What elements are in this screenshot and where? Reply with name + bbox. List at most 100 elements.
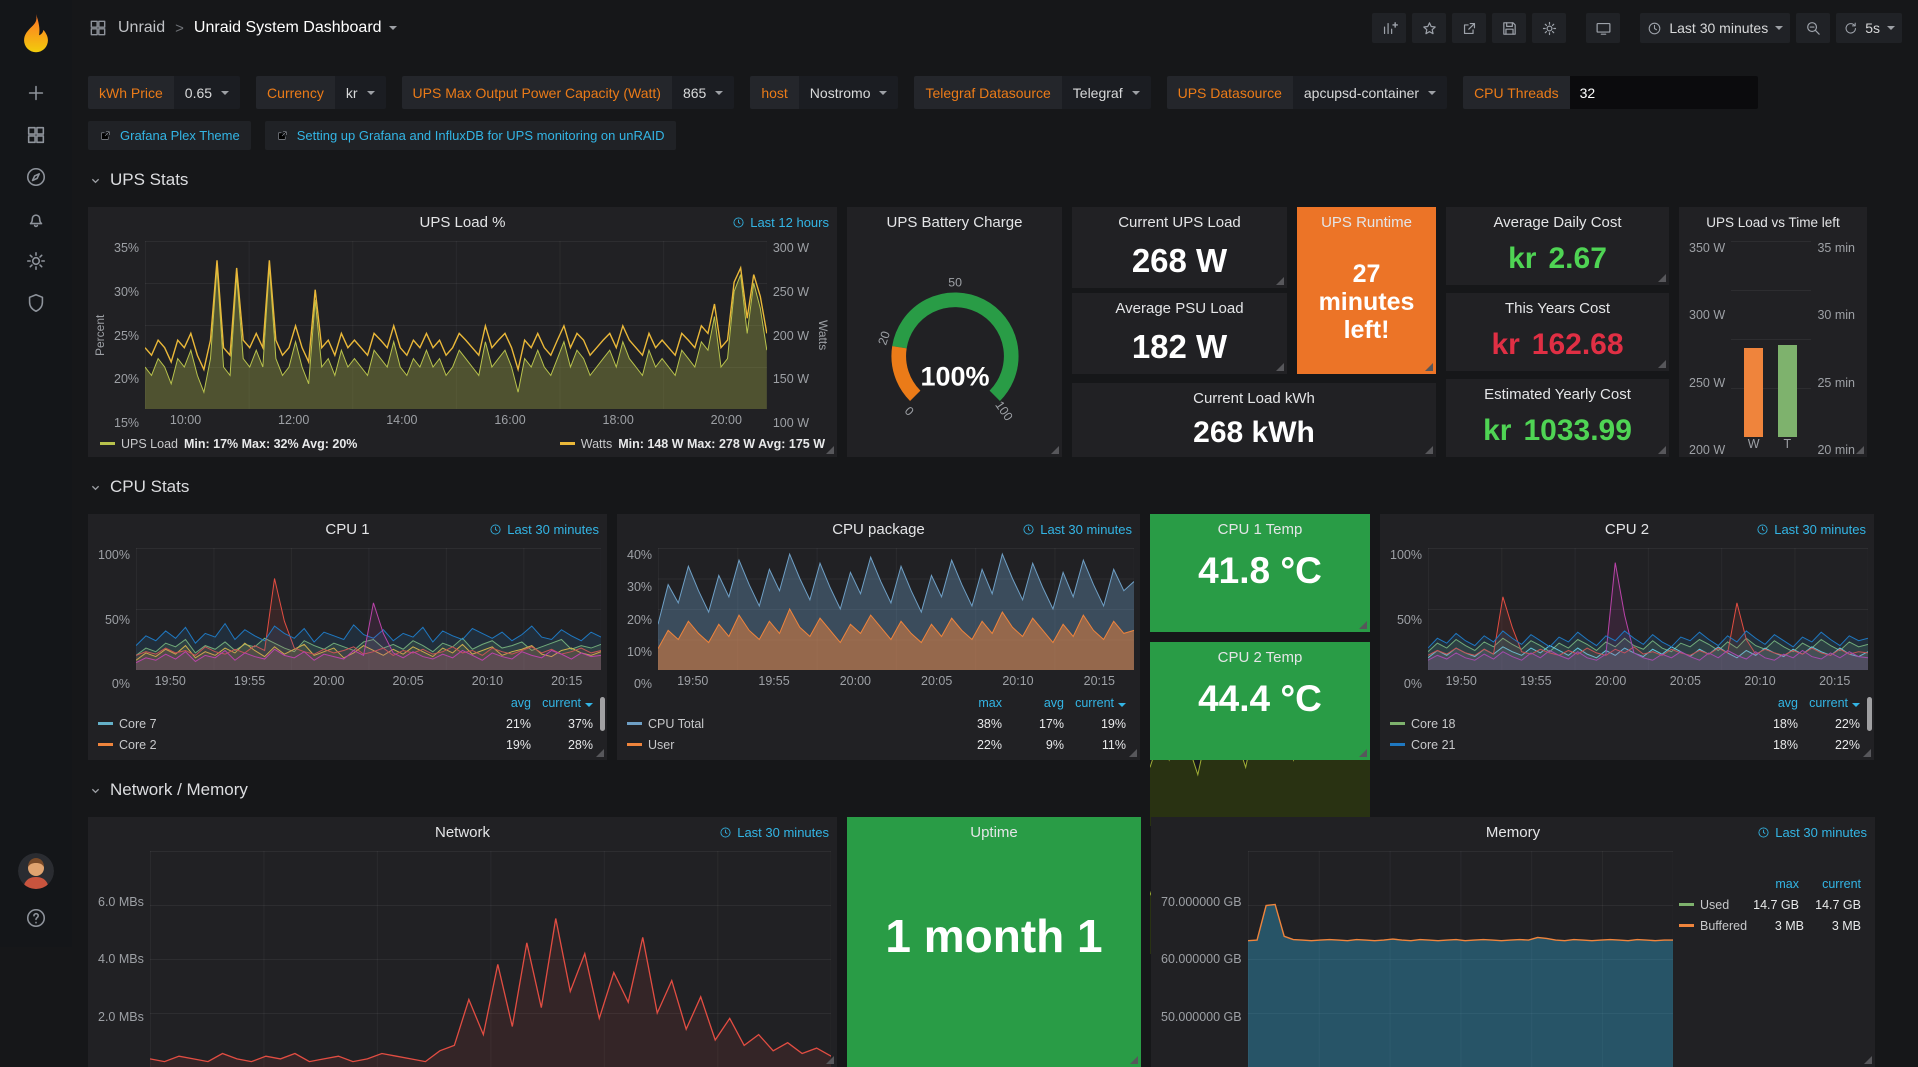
legend-series-toggle[interactable]: Core 7 <box>98 717 469 731</box>
row-header-ups-stats[interactable]: UPS Stats <box>88 165 1902 195</box>
panel-title[interactable]: CPU 2 <box>1605 521 1649 538</box>
plus-icon[interactable] <box>12 72 60 114</box>
panel-title[interactable]: UPS Load % <box>420 214 506 231</box>
legend-header-current[interactable]: current <box>1064 696 1126 710</box>
panel-row-cpu: CPU 1 Last 30 minutes 100%50%0% 19:5019:… <box>88 514 1902 760</box>
panel-title[interactable]: Estimated Yearly Cost <box>1484 386 1631 403</box>
legend-row: User 22% 9% 11% <box>627 734 1126 755</box>
shield-icon[interactable] <box>12 282 60 324</box>
save-button[interactable] <box>1492 13 1526 43</box>
dashboard-title[interactable]: Unraid System Dashboard <box>194 19 397 37</box>
panel-resize-handle[interactable] <box>1658 360 1666 368</box>
share-button[interactable] <box>1452 13 1486 43</box>
legend-header-current[interactable]: current <box>1799 877 1861 891</box>
legend-series-toggle[interactable]: Used <box>1679 898 1737 912</box>
panel-resize-handle[interactable] <box>596 749 604 757</box>
panel-title[interactable]: Current Load kWh <box>1193 390 1315 407</box>
variable-value-dropdown[interactable]: kr <box>335 76 386 109</box>
row-header-cpu-stats[interactable]: CPU Stats <box>88 472 1902 502</box>
panel-resize-handle[interactable] <box>1658 446 1666 454</box>
y-axis-left: 350 W300 W250 W200 W <box>1683 241 1731 457</box>
panel-resize-handle[interactable] <box>1864 1056 1872 1064</box>
panel-title[interactable]: UPS Runtime <box>1321 214 1412 231</box>
panel-resize-handle[interactable] <box>1425 363 1433 371</box>
panel-resize-handle[interactable] <box>826 446 834 454</box>
legend-series-toggle[interactable]: User <box>627 738 940 752</box>
avatar[interactable] <box>18 853 54 889</box>
dashboard-settings-button[interactable] <box>1532 13 1566 43</box>
panel-cpu2-temp: CPU 2 Temp 44.4 °C <box>1150 642 1370 760</box>
legend-series-toggle[interactable]: Buffered <box>1679 919 1747 933</box>
variable-value-dropdown[interactable]: 0.65 <box>174 76 240 109</box>
link-label: Grafana Plex Theme <box>120 128 240 143</box>
legend-header-avg[interactable]: avg <box>1002 696 1064 710</box>
panel-resize-handle[interactable] <box>826 1056 834 1064</box>
refresh-button[interactable]: 5s <box>1836 13 1902 43</box>
dashboard-grid-icon[interactable] <box>88 18 108 38</box>
link-grafana-plex-theme[interactable]: Grafana Plex Theme <box>88 121 251 150</box>
add-panel-button[interactable] <box>1372 13 1406 43</box>
legend-header-max[interactable]: max <box>1737 877 1799 891</box>
help-icon[interactable] <box>12 897 60 939</box>
legend-scrollbar[interactable] <box>1867 697 1872 731</box>
settings-icon[interactable] <box>12 240 60 282</box>
row-header-network-memory[interactable]: Network / Memory <box>88 775 1902 805</box>
legend-item-watts[interactable]: Watts Min: 148 W Max: 278 W Avg: 175 W <box>560 437 825 451</box>
grafana-logo[interactable] <box>13 12 59 58</box>
panel-title[interactable]: Current UPS Load <box>1118 214 1241 231</box>
alerting-icon[interactable] <box>12 198 60 240</box>
panel-title[interactable]: UPS Load vs Time left <box>1706 215 1840 230</box>
panel-resize-handle[interactable] <box>1276 363 1284 371</box>
panel-resize-handle[interactable] <box>1359 749 1367 757</box>
panel-title[interactable]: This Years Cost <box>1505 300 1610 317</box>
legend-item-ups-load[interactable]: UPS Load Min: 17% Max: 32% Avg: 20% <box>100 437 357 451</box>
legend-header-current[interactable]: current <box>1798 696 1860 710</box>
legend-header-current[interactable]: current <box>531 696 593 710</box>
zoom-out-button[interactable] <box>1796 13 1830 43</box>
legend-series-toggle[interactable]: Core 21 <box>1390 738 1736 752</box>
panel-title[interactable]: Network <box>435 824 490 841</box>
variable-value-dropdown[interactable]: 865 <box>672 76 734 109</box>
panel-title[interactable]: Memory <box>1486 824 1540 841</box>
panel-title[interactable]: Uptime <box>970 824 1018 841</box>
panel-resize-handle[interactable] <box>1425 446 1433 454</box>
panel-title[interactable]: CPU 1 Temp <box>1218 521 1303 538</box>
memory-plot <box>1248 851 1673 1067</box>
legend-header-max[interactable]: max <box>940 696 1002 710</box>
panel-title[interactable]: CPU 2 Temp <box>1218 649 1303 666</box>
legend-header-avg[interactable]: avg <box>1736 696 1798 710</box>
star-button[interactable] <box>1412 13 1446 43</box>
chevron-down-icon <box>88 480 103 495</box>
panel-title[interactable]: Average PSU Load <box>1115 300 1243 317</box>
panel-resize-handle[interactable] <box>1129 749 1137 757</box>
legend-series-toggle[interactable]: Core 2 <box>98 738 469 752</box>
cpu-threads-input[interactable] <box>1570 76 1758 109</box>
panel-title[interactable]: CPU 1 <box>325 521 369 538</box>
variable-value-dropdown[interactable]: Telegraf <box>1062 76 1151 109</box>
legend-scrollbar[interactable] <box>600 697 605 731</box>
legend-row: Core 18 18% 22% <box>1390 713 1860 734</box>
panel-resize-handle[interactable] <box>1856 446 1864 454</box>
explore-icon[interactable] <box>12 156 60 198</box>
chevron-down-icon <box>221 91 229 95</box>
panel-resize-handle[interactable] <box>1276 277 1284 285</box>
panel-title[interactable]: UPS Battery Charge <box>887 214 1023 231</box>
panel-resize-handle[interactable] <box>1130 1056 1138 1064</box>
row-title: Network / Memory <box>110 780 248 800</box>
panel-resize-handle[interactable] <box>1863 749 1871 757</box>
variable-value-dropdown[interactable]: Nostromo <box>799 76 899 109</box>
legend-header-avg[interactable]: avg <box>469 696 531 710</box>
variable-value-dropdown[interactable]: apcupsd-container <box>1293 76 1447 109</box>
breadcrumb-app[interactable]: Unraid <box>118 19 165 37</box>
dashboards-icon[interactable] <box>12 114 60 156</box>
legend-series-toggle[interactable]: CPU Total <box>627 717 940 731</box>
panel-resize-handle[interactable] <box>1658 274 1666 282</box>
panel-title[interactable]: Average Daily Cost <box>1493 214 1621 231</box>
legend-series-toggle[interactable]: Core 18 <box>1390 717 1736 731</box>
time-range-picker[interactable]: Last 30 minutes <box>1640 13 1790 43</box>
panel-resize-handle[interactable] <box>1051 446 1059 454</box>
link-ups-monitoring-guide[interactable]: Setting up Grafana and InfluxDB for UPS … <box>265 121 676 150</box>
panel-title[interactable]: CPU package <box>832 521 925 538</box>
panel-resize-handle[interactable] <box>1359 621 1367 629</box>
tv-mode-button[interactable] <box>1586 13 1620 43</box>
